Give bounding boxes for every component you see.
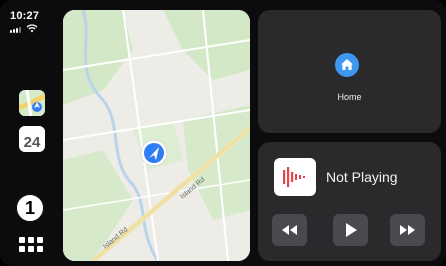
calendar-app-icon[interactable]: 24 bbox=[19, 126, 45, 152]
map-view[interactable]: Island Rd Island Rd bbox=[63, 10, 250, 261]
clock: 10:27 bbox=[10, 10, 40, 22]
home-icon bbox=[335, 53, 359, 77]
now-playing-title: Not Playing bbox=[326, 169, 398, 185]
map-canvas bbox=[63, 10, 250, 261]
rewind-icon bbox=[282, 225, 297, 235]
home-label: Home bbox=[337, 92, 362, 102]
status-bar: 10:27 bbox=[10, 10, 54, 33]
wifi-icon bbox=[26, 24, 38, 33]
play-icon bbox=[346, 223, 357, 237]
sidebar: 10:27 24 1 bbox=[6, 8, 56, 262]
home-shortcut-card[interactable]: Home bbox=[258, 10, 441, 133]
cellular-signal-icon bbox=[10, 27, 21, 33]
app-grid-button[interactable] bbox=[17, 233, 45, 255]
play-button[interactable] bbox=[333, 214, 368, 246]
fast-forward-icon bbox=[400, 225, 415, 235]
maps-icon bbox=[19, 90, 45, 116]
audio-waveform-icon bbox=[283, 167, 305, 187]
step-badge: 1 bbox=[15, 193, 45, 223]
calendar-icon bbox=[19, 126, 45, 132]
grid-icon bbox=[19, 236, 25, 243]
calendar-day: 24 bbox=[23, 134, 41, 151]
carplay-screen: 10:27 24 1 Island Rd Island Rd Home Not … bbox=[0, 0, 446, 266]
album-art[interactable] bbox=[274, 158, 316, 196]
rewind-button[interactable] bbox=[272, 214, 307, 246]
maps-app-icon[interactable] bbox=[19, 90, 45, 116]
fast-forward-button[interactable] bbox=[390, 214, 425, 246]
now-playing-card[interactable]: Not Playing bbox=[258, 142, 441, 261]
